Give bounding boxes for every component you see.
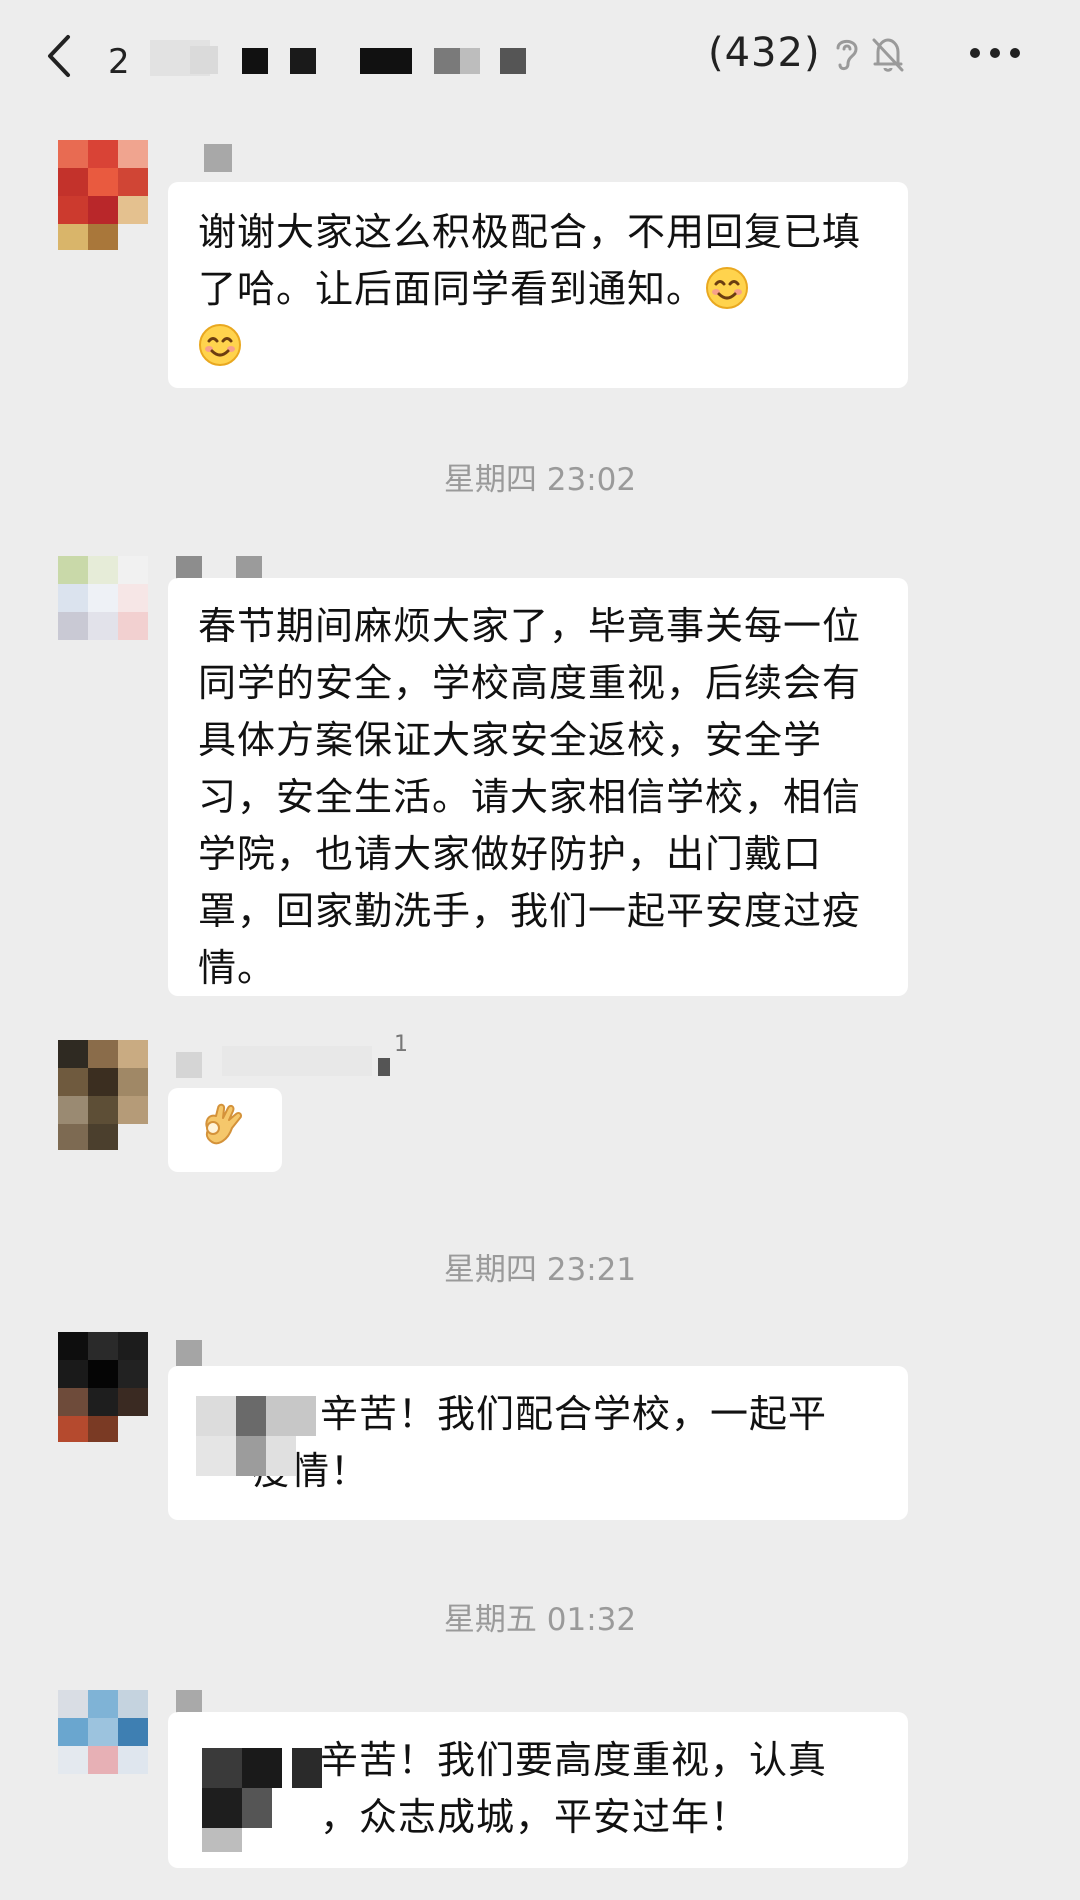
back-button[interactable]: 2	[46, 20, 156, 90]
message-bubble[interactable]: 辛苦！我们配合学校，一起平 疫情！	[168, 1366, 908, 1520]
more-options-button[interactable]	[966, 38, 1026, 68]
message-text: 谢谢大家这么积极配合，不用回复已填了哈。让后面同学看到通知。	[198, 204, 882, 375]
redacted-name-mosaic	[196, 1396, 316, 1496]
sender-name-redacted: 1	[172, 1032, 412, 1078]
mute-bell-icon	[872, 38, 904, 72]
avatar[interactable]	[58, 1690, 148, 1790]
smiling-face-emoji	[199, 324, 241, 366]
ear-icon	[836, 39, 858, 71]
redacted-name-mosaic	[202, 1748, 322, 1858]
message-bubble[interactable]	[168, 1088, 282, 1172]
message-bubble[interactable]: 春节期间麻烦大家了，毕竟事关每一位同学的安全，学校高度重视，后续会有具体方案保证…	[168, 578, 908, 996]
chat-timestamp: 星期四 23:21	[443, 1252, 637, 1288]
back-chevron-icon	[48, 35, 70, 77]
chat-timestamp: 星期五 01:32	[443, 1602, 637, 1638]
more-dots-icon	[970, 48, 980, 58]
message-bubble[interactable]: 谢谢大家这么积极配合，不用回复已填了哈。让后面同学看到通知。	[168, 182, 908, 388]
unread-count-badge: 2	[108, 42, 130, 82]
avatar[interactable]	[58, 1332, 148, 1442]
avatar[interactable]	[58, 1040, 148, 1150]
group-title-redacted	[150, 40, 660, 86]
message-text: 春节期间麻烦大家了，毕竟事关每一位同学的安全，学校高度重视，后续会有具体方案保证…	[198, 604, 862, 990]
avatar[interactable]	[58, 140, 148, 250]
smiling-face-emoji	[706, 267, 749, 309]
avatar[interactable]	[58, 556, 148, 656]
nick-suffix: 1	[394, 1032, 408, 1057]
member-count: (432)	[708, 30, 821, 76]
chat-header: 2 (432)	[0, 0, 1080, 110]
ok-hand-emoji	[205, 1103, 243, 1145]
chat-timestamp: 星期四 23:02	[443, 462, 637, 498]
message-bubble[interactable]: 辛苦！我们要高度重视，认真 ，众志成城，平安过年！	[168, 1712, 908, 1868]
